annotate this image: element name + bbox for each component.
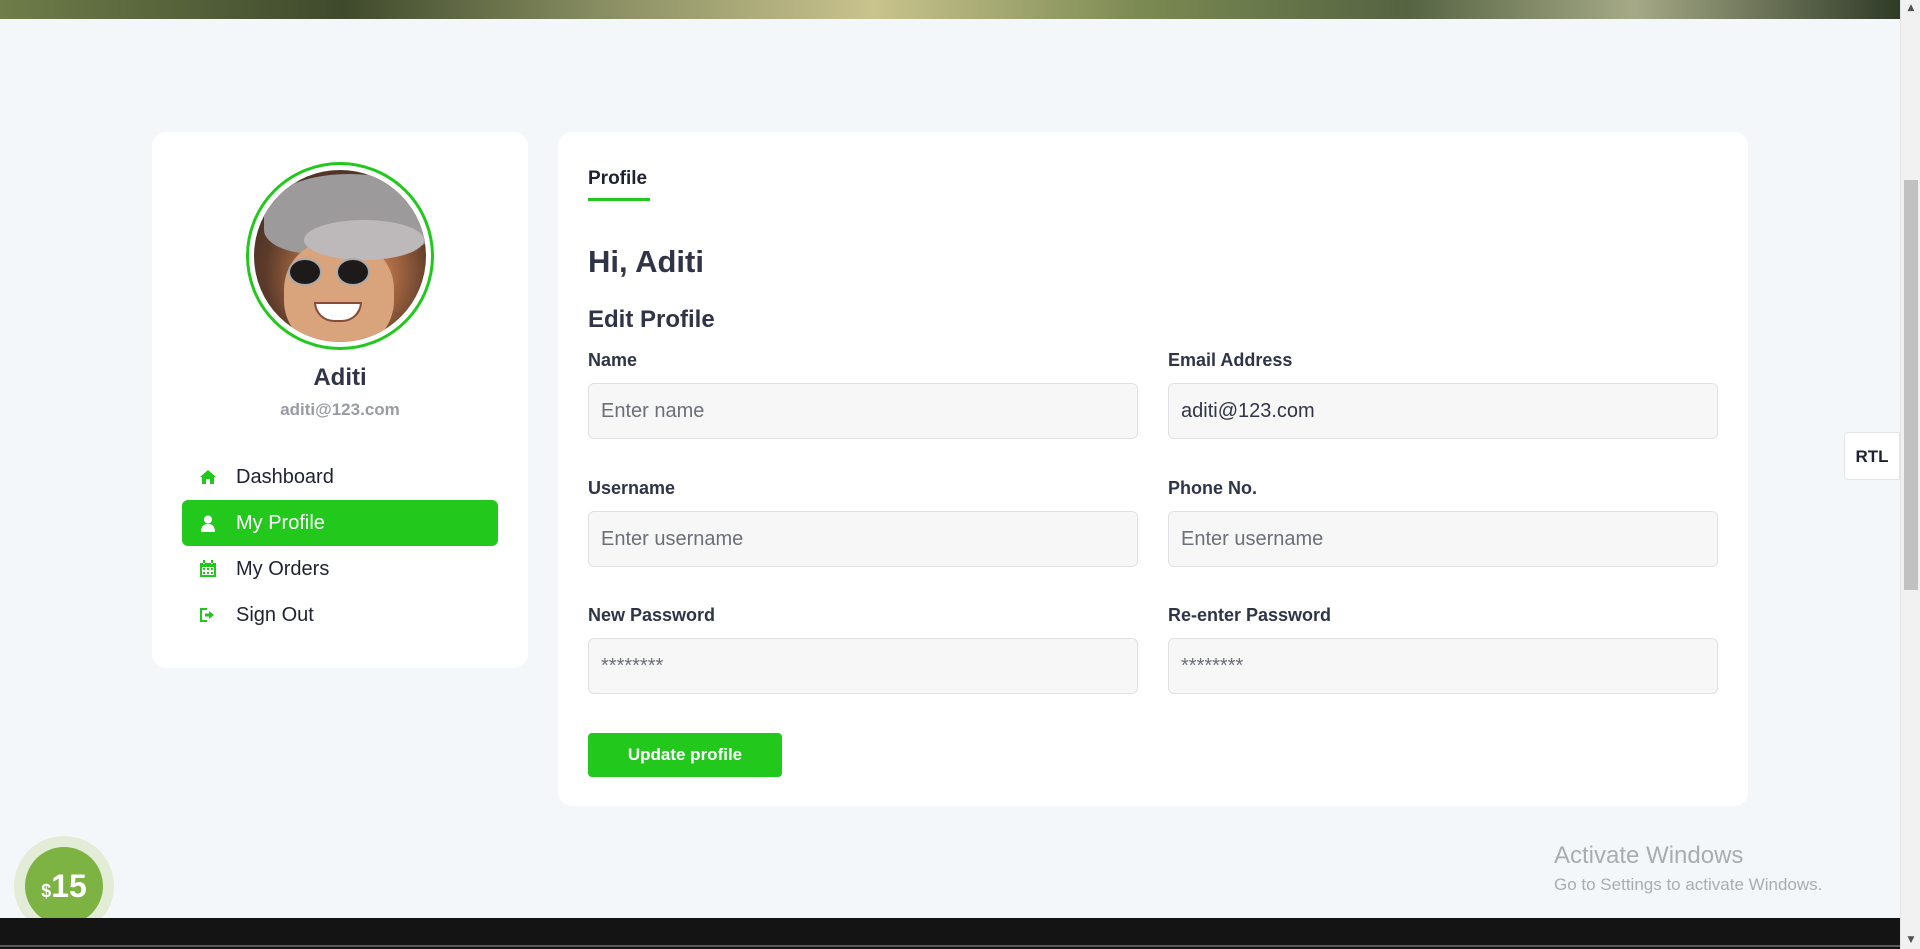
sidebar-item-label: Dashboard [236,465,334,488]
new-password-field[interactable] [588,638,1138,694]
section-title: Edit Profile [588,306,715,333]
sidebar-item-sign-out[interactable]: Sign Out [182,592,498,638]
greeting-heading: Hi, Aditi [588,244,704,279]
home-icon [198,467,218,487]
user-name: Aditi [313,364,367,391]
avatar-photo [254,170,426,342]
new-password-label: New Password [588,605,716,625]
profile-sidebar: Aditi aditi@123.com Dashboard My Profile… [152,132,528,668]
tab-profile[interactable]: Profile [588,168,650,201]
username-label: Username [588,478,676,498]
update-profile-button[interactable]: Update profile [588,733,782,777]
username-field[interactable] [588,511,1138,567]
sidebar-nav: Dashboard My Profile My Orders Sign Out [182,454,498,638]
user-email: aditi@123.com [280,400,400,419]
sidebar-item-label: Sign Out [236,603,314,626]
activate-windows-title: Activate Windows [1554,842,1744,869]
sidebar-item-label: My Profile [236,511,325,534]
scrollbar-thumb[interactable] [1904,180,1918,590]
rtl-toggle-button[interactable]: RTL [1844,432,1900,480]
user-icon [198,513,218,533]
header-banner-image [0,0,1900,19]
calendar-icon [198,559,218,579]
phone-label: Phone No. [1168,478,1257,498]
price-badge-inner: $ 15 [25,847,103,925]
email-field[interactable] [1168,383,1718,439]
reenter-password-label: Re-enter Password [1168,605,1332,625]
scroll-up-icon[interactable]: ▲ [1901,0,1920,17]
sidebar-item-dashboard[interactable]: Dashboard [182,454,498,500]
footer-bar [0,918,1900,949]
reenter-password-field[interactable] [1168,638,1718,694]
price-value: 15 [51,867,87,904]
profile-form-card: Profile Hi, Aditi Edit Profile Name Emai… [558,132,1748,806]
avatar [246,162,434,350]
price-currency: $ [41,880,52,901]
phone-field[interactable] [1168,511,1718,567]
scroll-down-icon[interactable]: ▼ [1901,932,1920,949]
sidebar-item-label: My Orders [236,557,330,580]
sidebar-item-my-profile[interactable]: My Profile [182,500,498,546]
page-scrollbar[interactable]: ▲ ▼ [1900,0,1920,949]
activate-windows-subtitle: Go to Settings to activate Windows. [1554,875,1823,894]
email-label: Email Address [1168,350,1293,370]
name-label: Name [588,350,638,370]
sidebar-item-my-orders[interactable]: My Orders [182,546,498,592]
sign-out-icon [198,605,218,625]
name-field[interactable] [588,383,1138,439]
